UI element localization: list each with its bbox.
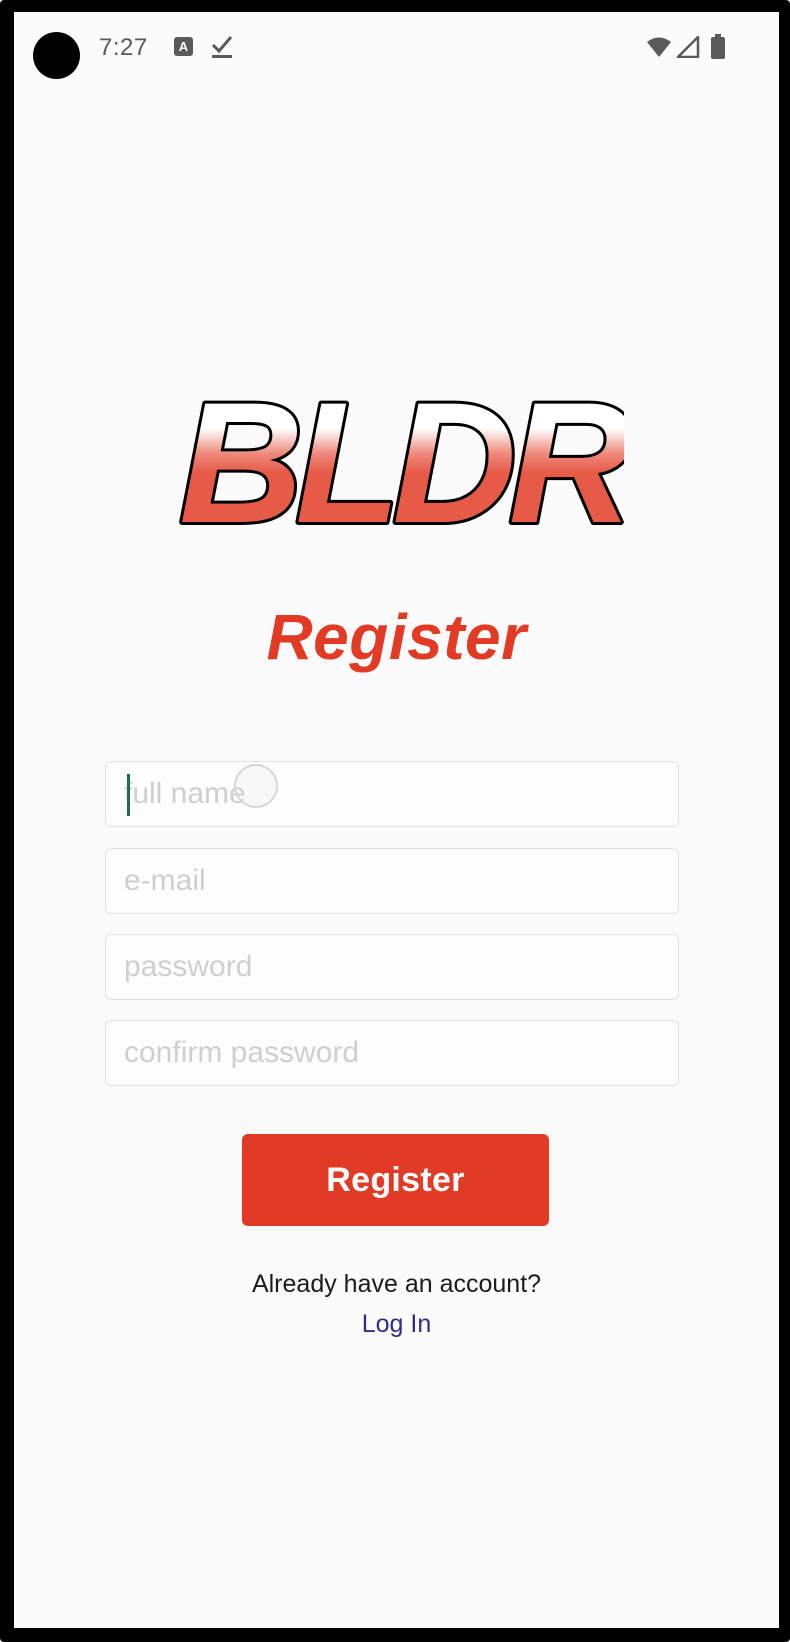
app-screen: 7:27 A BLDR Register full name e-mail Re… (14, 12, 779, 1628)
text-cursor (127, 774, 130, 816)
status-time: 7:27 (99, 34, 148, 61)
full-name-input[interactable] (105, 761, 679, 827)
account-prompt-text: Already have an account? (251, 1270, 542, 1298)
camera-cutout (33, 32, 80, 79)
download-check-icon (211, 36, 233, 58)
wifi-icon (647, 37, 671, 57)
logo-text: BLDR (179, 380, 624, 550)
password-input[interactable] (105, 934, 679, 1000)
status-bar: 7:27 A (14, 12, 779, 92)
login-link[interactable]: Log In (14, 1310, 779, 1339)
register-button[interactable]: Register (242, 1134, 549, 1226)
device-frame: 7:27 A BLDR Register full name e-mail Re… (0, 0, 790, 1642)
cellular-signal-icon (676, 36, 700, 58)
battery-icon (711, 34, 725, 59)
bldr-logo: BLDR (176, 380, 624, 550)
email-input[interactable] (105, 848, 679, 914)
font-a-icon: A (174, 37, 193, 56)
confirm-password-input[interactable] (105, 1020, 679, 1086)
page-title: Register (266, 601, 527, 673)
touch-indicator (234, 764, 278, 808)
